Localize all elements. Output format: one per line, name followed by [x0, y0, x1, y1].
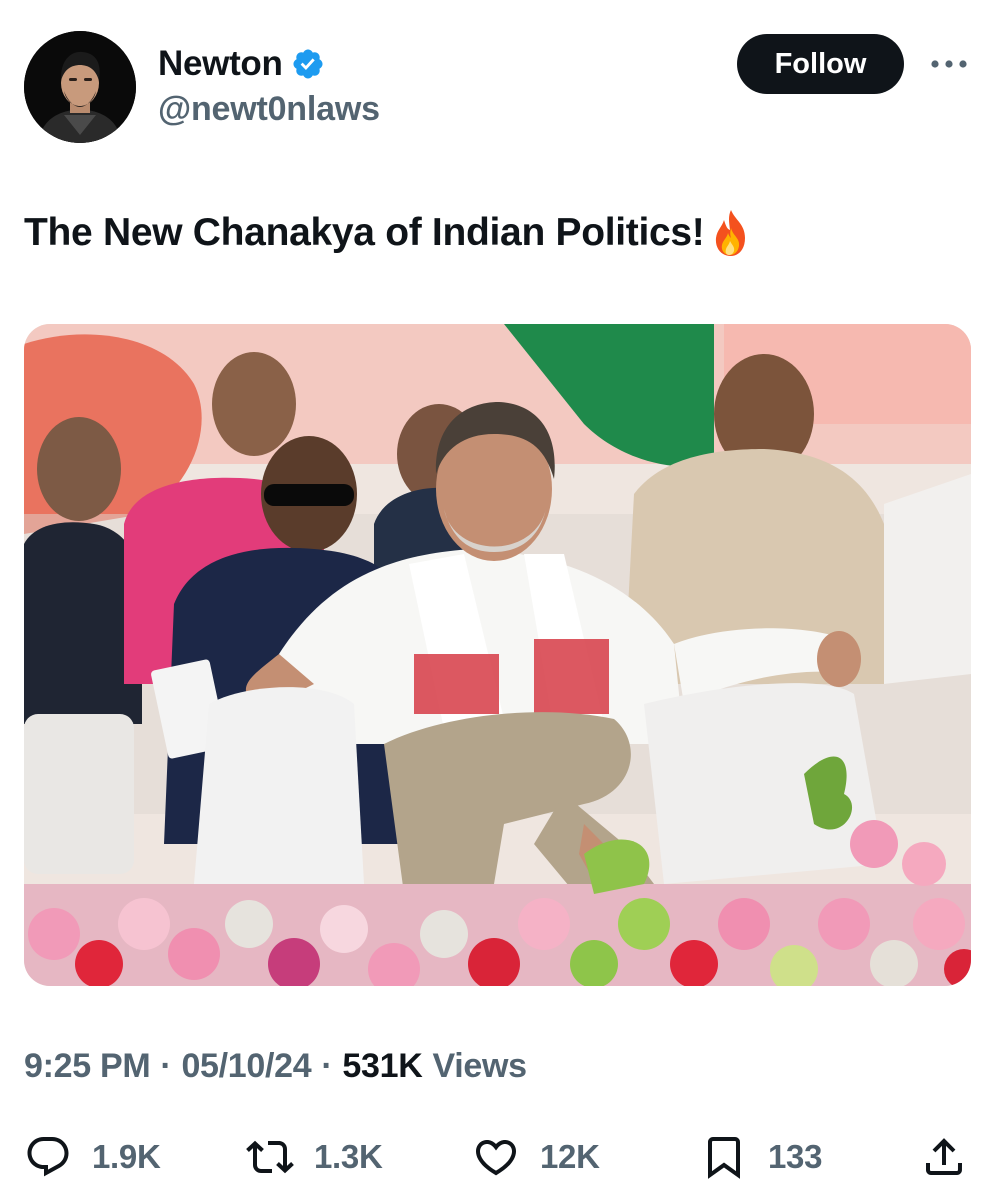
share-button[interactable] [920, 1125, 968, 1189]
bookmark-button[interactable]: 133 [700, 1125, 822, 1189]
views-count: 531K [342, 1047, 423, 1085]
tweet-time[interactable]: 9:25 PM [24, 1047, 151, 1086]
repost-count: 1.3K [314, 1138, 383, 1175]
separator: · [321, 1047, 333, 1085]
verified-badge-icon [293, 49, 323, 79]
tweet-date[interactable]: 05/10/24 [181, 1047, 311, 1086]
separator: · [160, 1047, 172, 1085]
tweet-media-photo[interactable] [24, 324, 971, 986]
tweet-action-bar: 1.9K 1.3K 12K 133 [0, 1125, 994, 1189]
tweet-body: The New Chanakya of Indian Politics! [24, 211, 705, 254]
views-label: Views [432, 1047, 528, 1085]
share-icon [926, 1138, 962, 1175]
reply-count: 1.9K [92, 1138, 161, 1175]
like-button[interactable]: 12K [472, 1125, 600, 1189]
author-handle[interactable]: @newt0nlaws [158, 90, 380, 129]
fire-icon [715, 210, 745, 256]
author-display-name[interactable]: Newton [158, 44, 283, 84]
rally-photo-image [24, 324, 971, 986]
repost-icon [246, 1140, 294, 1174]
like-count: 12K [540, 1138, 600, 1175]
reply-button[interactable]: 1.9K [24, 1125, 161, 1189]
author-name-row: Newton [158, 44, 325, 84]
bookmark-icon [708, 1137, 740, 1179]
profile-photo-icon [24, 31, 136, 143]
repost-button[interactable]: 1.3K [246, 1125, 383, 1189]
tweet-text: The New Chanakya of Indian Politics! [24, 208, 753, 258]
bookmark-count: 133 [768, 1138, 823, 1175]
follow-button[interactable]: Follow [737, 34, 904, 94]
reply-icon [27, 1137, 69, 1177]
tweet-meta: 9:25 PM · 05/10/24 · 531K Views [24, 1047, 527, 1086]
tweet-header: Newton @newt0nlaws Follow [0, 0, 994, 160]
more-options-icon[interactable] [930, 56, 968, 72]
avatar[interactable] [24, 31, 136, 143]
heart-icon [475, 1140, 517, 1176]
